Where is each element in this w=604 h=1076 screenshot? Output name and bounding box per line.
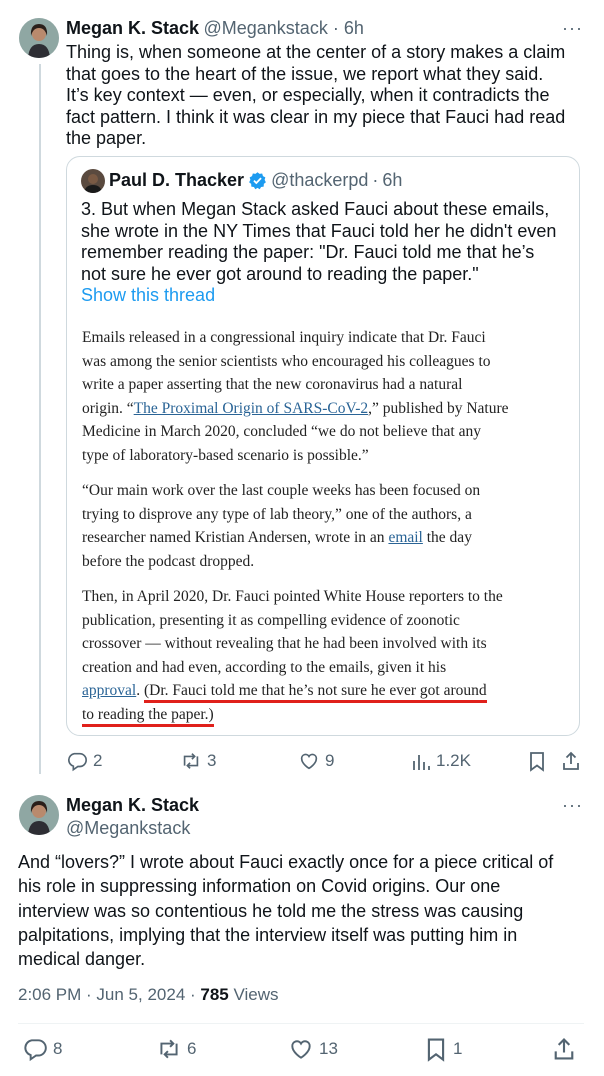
verified-badge-icon bbox=[248, 171, 267, 190]
show-thread-link[interactable]: Show this thread bbox=[81, 285, 573, 307]
share-button[interactable] bbox=[561, 750, 581, 772]
article-link-approval: approval bbox=[82, 682, 137, 699]
author-handle[interactable]: @Megankstack bbox=[66, 818, 199, 839]
timestamp[interactable]: 2:06 PM · Jun 5, 2024 · bbox=[18, 985, 200, 1004]
tweet-header: Megan K. Stack @Megankstack bbox=[66, 795, 199, 839]
share-button[interactable] bbox=[552, 1036, 576, 1062]
views-count: 785 bbox=[200, 985, 229, 1004]
author-name[interactable]: Megan K. Stack bbox=[66, 18, 199, 38]
tweet-text: Thing is, when someone at the center of … bbox=[66, 42, 566, 148]
share-icon bbox=[554, 1038, 574, 1060]
red-underlined-quote-end: to reading the paper.) bbox=[82, 705, 214, 727]
more-options-icon[interactable]: ··· bbox=[562, 18, 583, 39]
share-icon bbox=[563, 751, 579, 770]
more-options-icon[interactable]: ··· bbox=[562, 795, 583, 816]
thread-connector bbox=[39, 64, 41, 774]
heart-icon bbox=[300, 753, 318, 770]
heart-icon bbox=[291, 1040, 311, 1059]
tweet-time[interactable]: 6h bbox=[344, 18, 364, 38]
analytics-icon bbox=[413, 755, 430, 770]
quoted-tweet[interactable]: Paul D. Thacker @thackerpd · 6h 3. But whe… bbox=[66, 156, 580, 736]
reply-icon bbox=[68, 752, 87, 772]
repost-icon bbox=[183, 753, 199, 769]
article-screenshot: Emails released in a congressional inqui… bbox=[82, 326, 574, 738]
repost-button[interactable]: 6 bbox=[156, 1036, 196, 1062]
bookmark-icon bbox=[530, 752, 544, 772]
tweet-meta: 2:06 PM · Jun 5, 2024 · 785 Views bbox=[18, 985, 279, 1004]
avatar[interactable] bbox=[19, 18, 59, 58]
reply-icon bbox=[24, 1039, 47, 1062]
reply-button[interactable]: 2 bbox=[66, 750, 102, 772]
red-underlined-quote: (Dr. Fauci told me that he’s not sure he… bbox=[143, 682, 487, 703]
divider bbox=[18, 1023, 584, 1024]
views-button[interactable]: 1.2K bbox=[411, 750, 471, 772]
quote-time: 6h bbox=[382, 170, 403, 190]
quote-author-handle: @thackerpd bbox=[271, 170, 369, 190]
tweet-text: And “lovers?” I wrote about Fauci exactl… bbox=[18, 852, 554, 970]
avatar[interactable] bbox=[19, 795, 59, 835]
bookmark-button[interactable]: 1 bbox=[424, 1036, 462, 1062]
quote-header: Paul D. Thacker @thackerpd · 6h bbox=[109, 170, 403, 190]
reply-button[interactable]: 8 bbox=[22, 1036, 62, 1062]
bookmark-icon bbox=[427, 1038, 445, 1062]
article-link-proximal-origin: The Proximal Origin of SARS-CoV-2 bbox=[133, 399, 369, 417]
author-handle[interactable]: @Megankstack bbox=[204, 18, 328, 38]
like-button[interactable]: 9 bbox=[298, 750, 334, 772]
quote-author-name: Paul D. Thacker bbox=[109, 170, 245, 190]
author-name[interactable]: Megan K. Stack bbox=[66, 795, 199, 816]
quote-text: 3. But when Megan Stack asked Fauci abou… bbox=[81, 199, 573, 307]
repost-icon bbox=[160, 1039, 178, 1059]
bookmark-button[interactable] bbox=[527, 750, 547, 772]
article-link-email: email bbox=[388, 529, 423, 546]
quote-avatar bbox=[81, 169, 105, 193]
repost-button[interactable]: 3 bbox=[180, 750, 216, 772]
tweet-header: Megan K. Stack @Megankstack · 6h bbox=[66, 18, 364, 38]
like-button[interactable]: 13 bbox=[288, 1036, 338, 1062]
